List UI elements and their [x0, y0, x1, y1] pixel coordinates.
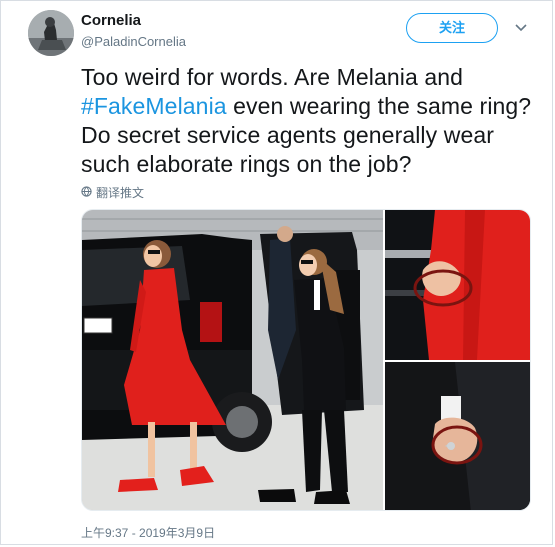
tweet-text: Too weird for words. Are Melania and #Fa…: [81, 63, 541, 179]
photo-thumb-bottom[interactable]: [385, 362, 530, 510]
tweet-card: Cornelia @PaladinCornelia 关注 Too weird f…: [0, 0, 553, 545]
globe-icon: [81, 185, 92, 200]
photo-main[interactable]: [82, 210, 383, 510]
user-display-name[interactable]: Cornelia: [81, 12, 141, 29]
translate-label: 翻译推文: [96, 186, 145, 200]
tweet-timestamp[interactable]: 上午9:37 - 2019年3月9日: [81, 524, 215, 541]
media-grid: [81, 209, 531, 511]
follow-button[interactable]: 关注: [406, 13, 498, 43]
user-handle[interactable]: @PaladinCornelia: [81, 34, 186, 49]
tweet-text-part: Too weird for words. Are Melania and: [81, 64, 464, 90]
hashtag-link[interactable]: #FakeMelania: [81, 93, 227, 119]
avatar[interactable]: [28, 10, 74, 56]
chevron-down-icon[interactable]: [514, 20, 528, 34]
translate-tweet-link[interactable]: 翻译推文: [81, 184, 144, 201]
photo-thumb-top[interactable]: [385, 210, 530, 360]
